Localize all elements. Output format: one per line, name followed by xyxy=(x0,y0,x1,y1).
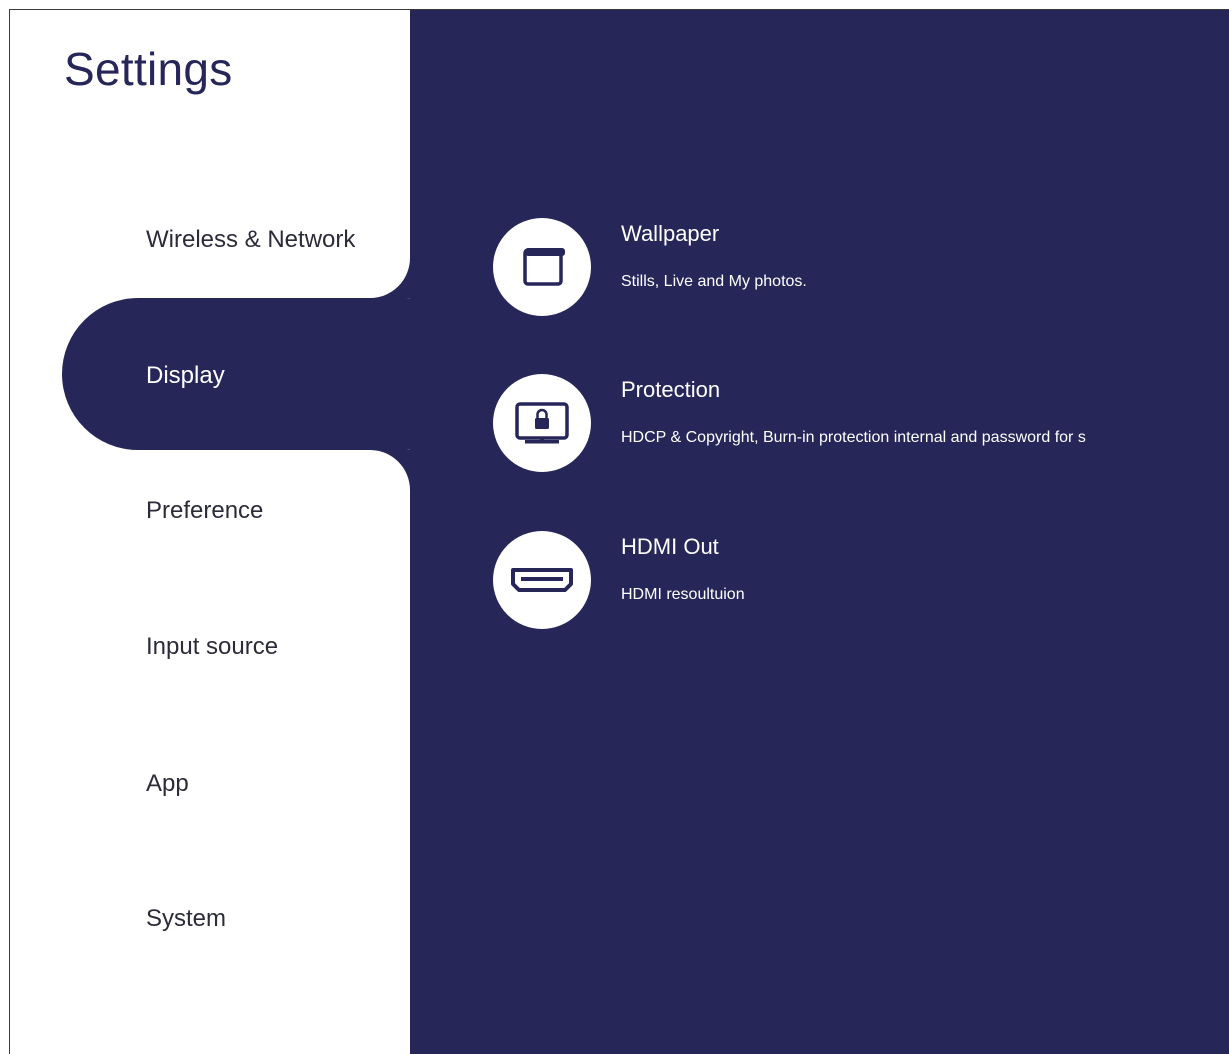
sidebar-item-app[interactable]: App xyxy=(146,764,189,804)
hdmi-out-option[interactable]: HDMI Out HDMI resoultuion xyxy=(493,531,813,629)
protection-option[interactable]: Protection HDCP & Copyright, Burn-in pro… xyxy=(493,374,1229,472)
sidebar-item-preference[interactable]: Preference xyxy=(146,491,263,531)
sidebar-item-wireless-network[interactable]: Wireless & Network xyxy=(146,220,355,260)
protection-icon-circle xyxy=(493,374,591,472)
wallpaper-option[interactable]: Wallpaper Stills, Live and My photos. xyxy=(493,218,813,316)
sidebar-item-system[interactable]: System xyxy=(146,899,226,939)
sidebar-item-display[interactable]: Display xyxy=(146,356,225,396)
protection-title: Protection xyxy=(621,377,721,402)
page-title: Settings xyxy=(64,43,233,95)
wallpaper-icon xyxy=(523,248,565,286)
sidebar-item-input-source[interactable]: Input source xyxy=(146,627,278,667)
monitor-lock-icon xyxy=(515,402,569,444)
sidebar: Settings xyxy=(10,10,410,1054)
hdmi-port-icon xyxy=(511,568,573,592)
settings-window: Settings Wireless & Network Display Pref… xyxy=(9,9,1229,1054)
selection-corner-top xyxy=(370,258,410,298)
selected-item-highlight xyxy=(62,298,482,450)
wallpaper-icon-circle xyxy=(493,218,591,316)
wallpaper-description: Stills, Live and My photos. xyxy=(621,273,807,290)
protection-description: HDCP & Copyright, Burn-in protection int… xyxy=(621,429,1086,446)
wallpaper-title: Wallpaper xyxy=(621,221,720,246)
hdmi-out-title: HDMI Out xyxy=(621,534,719,559)
selection-corner-bottom xyxy=(370,450,410,490)
hdmi-out-icon-circle xyxy=(493,531,591,629)
hdmi-out-description: HDMI resoultuion xyxy=(621,586,745,603)
